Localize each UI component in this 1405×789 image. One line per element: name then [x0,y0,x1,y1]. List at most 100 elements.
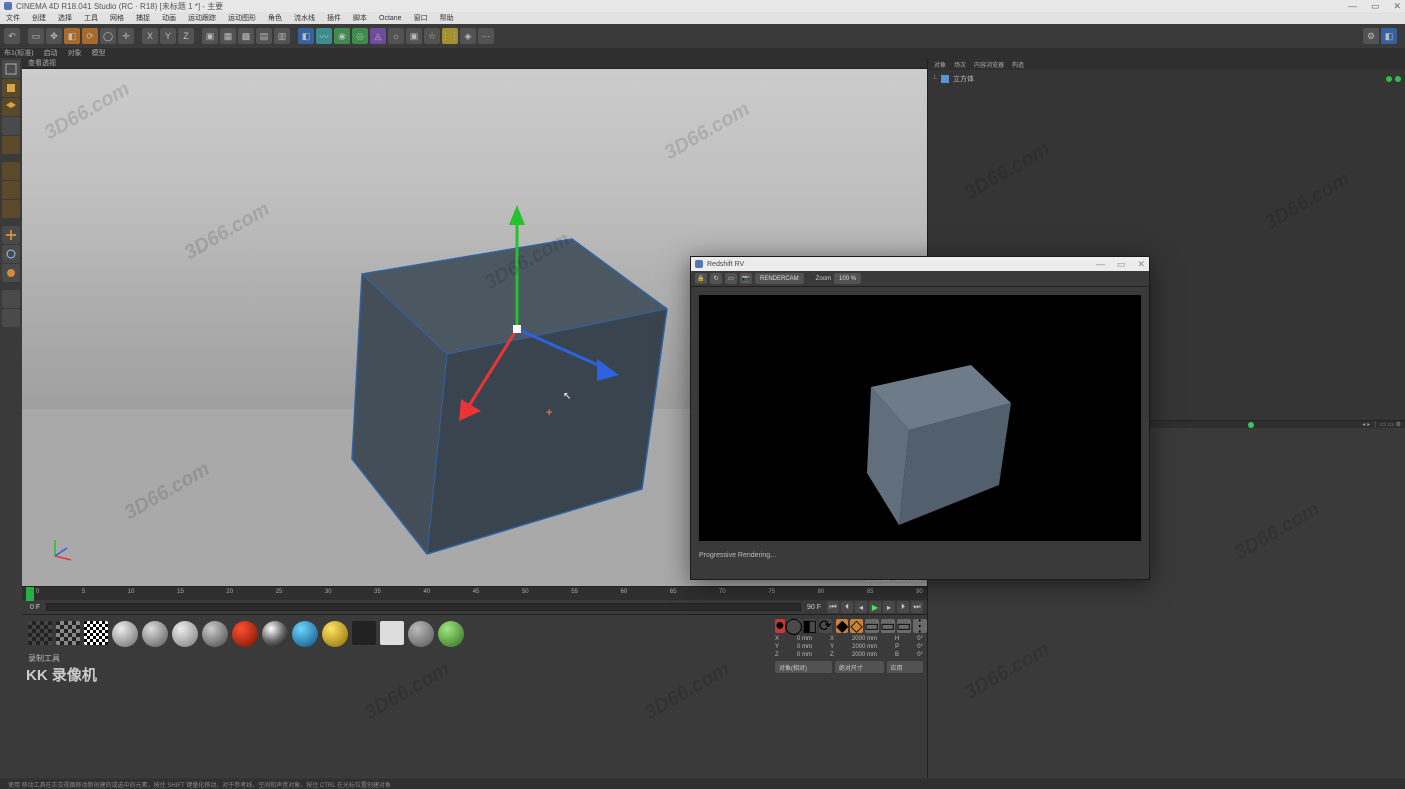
render-title-bar[interactable]: Redshift RV — ▭ ✕ [691,257,1149,271]
go-end-button[interactable]: ⏭ [911,601,923,613]
crosshair-button[interactable]: ✛ [118,28,134,44]
move-button[interactable]: ✥ [46,28,62,44]
layout-switch-button[interactable]: ◧ [1381,28,1397,44]
nurbs-button[interactable]: ◉ [334,28,350,44]
polygon-mode-button[interactable] [2,200,20,218]
material-sphere-3[interactable] [172,621,198,647]
key-selection-button[interactable]: ◆ [836,619,848,633]
material-sphere-blue[interactable] [292,621,318,647]
material-sphere-1[interactable] [112,621,138,647]
attr-icon-4[interactable]: ▭ [1380,421,1386,428]
go-start-button[interactable]: ⏮ [827,601,839,613]
material-sphere-red[interactable] [232,621,258,647]
step-back-button[interactable]: ⏴ [841,601,853,613]
autokey-button[interactable]: ◯ [787,619,801,633]
tab-start[interactable]: 启动 [44,48,58,58]
tab-objects[interactable]: 对象 [934,60,946,69]
workplane-button[interactable] [2,136,20,154]
apply-button[interactable]: 应用 [887,661,923,673]
object-item-cube[interactable]: └ 立方体 [932,74,1401,84]
menu-pipe[interactable]: 流水线 [294,13,315,23]
material-sphere-half[interactable] [262,621,288,647]
tab-layout[interactable]: 布1(标准) [4,48,34,58]
material-checker-2[interactable] [56,621,80,645]
tab-object[interactable]: 对象 [68,48,82,58]
axis-button[interactable] [2,226,20,244]
key-rot-button[interactable]: ⟳ [819,619,832,633]
material-sphere-2[interactable] [142,621,168,647]
undo-button[interactable]: ↶ [4,28,20,44]
camera-button[interactable]: ▣ [406,28,422,44]
environment-button[interactable]: ☼ [388,28,404,44]
axis-z-button[interactable]: Z [178,28,194,44]
axis-y-button[interactable]: Y [160,28,176,44]
timeline-ruler[interactable]: 0510 152025 303540 455055 606570 758085 … [22,586,927,600]
render-snapshot-icon[interactable]: 📷 [740,273,752,284]
snap-toggle-button[interactable] [2,245,20,263]
render-canvas[interactable] [699,295,1141,541]
key-param-button[interactable]: ▭ [865,619,879,633]
coord-mode-dropdown[interactable]: 对象(相对) [775,661,832,673]
material-sphere-4[interactable] [202,621,228,647]
menu-help[interactable]: 帮助 [440,13,454,23]
attr-icon-6[interactable]: ⚙ [1396,421,1401,428]
close-button[interactable]: ✕ [1393,1,1401,12]
start-frame[interactable]: 0 F [26,604,44,611]
render-camera-dropdown[interactable]: RENDERCAM [755,273,804,284]
material-checker[interactable] [28,621,52,645]
render-settings-button[interactable]: ▤ [256,28,272,44]
deformer-button[interactable]: ◬ [370,28,386,44]
render-region-button[interactable]: ▦ [220,28,236,44]
object-mode-button[interactable] [2,79,20,97]
step-fwd-button[interactable]: ⏵ [897,601,909,613]
render-close-button[interactable]: ✕ [1137,259,1145,270]
misc-button[interactable]: ⋯ [478,28,494,44]
tab-structure[interactable]: 构造 [1012,60,1024,69]
key-extra-button[interactable]: ▭ [897,619,911,633]
key-pla-button[interactable]: ◇ [850,619,862,633]
spline-button[interactable]: 〰 [316,28,332,44]
light-button[interactable]: ☆ [424,28,440,44]
mograph-button[interactable]: ⋮⋮ [442,28,458,44]
material-sphere-grey[interactable] [408,621,434,647]
render-queue-button[interactable]: ▥ [274,28,290,44]
axis-x-button[interactable]: X [142,28,158,44]
component-mode-button[interactable] [2,60,20,78]
menu-anim[interactable]: 动画 [162,13,176,23]
attr-icon-3[interactable]: ⋮ [1372,421,1378,428]
tweak-button[interactable] [2,290,20,308]
menu-select[interactable]: 选择 [58,13,72,23]
maximize-button[interactable]: ▭ [1371,1,1380,12]
texture-mode-button[interactable] [2,117,20,135]
prev-frame-button[interactable]: ◂ [855,601,867,613]
render-maximize-button[interactable]: ▭ [1117,259,1126,270]
splitter-handle-icon[interactable] [1248,422,1254,428]
render-view-window[interactable]: Redshift RV — ▭ ✕ 🔒 ↻ ▭ 📷 RENDERCAM Zoom… [690,256,1150,580]
scale-button[interactable]: ◧ [64,28,80,44]
record-key-button[interactable]: ● [775,619,785,633]
zoom-value[interactable]: 100 % [834,273,861,284]
tab-takes[interactable]: 场次 [954,60,966,69]
tag-button[interactable]: ◈ [460,28,476,44]
model-mode-button[interactable] [2,98,20,116]
object-name[interactable]: 立方体 [953,74,974,84]
edge-mode-button[interactable] [2,181,20,199]
visibility-dot-editor[interactable] [1386,76,1392,82]
render-region-icon[interactable]: ▭ [725,273,737,284]
soft-select-button[interactable] [2,264,20,282]
next-frame-button[interactable]: ▸ [883,601,895,613]
live-select-button[interactable]: ▭ [28,28,44,44]
material-dark[interactable] [352,621,376,645]
cube-primitive-button[interactable]: ◧ [298,28,314,44]
menu-create[interactable]: 创建 [32,13,46,23]
render-view-button[interactable]: ▣ [202,28,218,44]
last-tool-button[interactable]: ◯ [100,28,116,44]
playhead[interactable] [26,587,34,601]
size-mode-dropdown[interactable]: 绝对尺寸 [835,661,884,673]
material-checker-3[interactable] [84,621,108,645]
end-frame[interactable]: 90 F [803,604,825,611]
material-light[interactable] [380,621,404,645]
material-sphere-yellow[interactable] [322,621,348,647]
extra-button-1[interactable] [2,309,20,327]
rotate-button[interactable]: ⟳ [82,28,98,44]
